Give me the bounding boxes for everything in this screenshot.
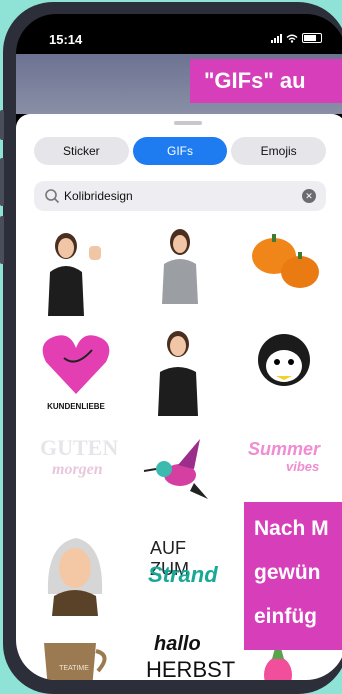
gif-guten-morgen[interactable]: GUTEN morgen	[34, 429, 118, 521]
overlay-line-3: einfüg	[254, 605, 317, 628]
overlay-line-2: gewün	[254, 561, 321, 584]
sheet-grabber[interactable]	[174, 121, 202, 125]
gif-woman-waving[interactable]	[34, 224, 118, 316]
gif-pumpkins[interactable]	[242, 224, 326, 316]
gif-hummingbird[interactable]	[138, 429, 222, 521]
guten-label: GUTEN	[40, 435, 119, 460]
clear-search-icon[interactable]: ✕	[302, 189, 316, 203]
kundenliebe-label: KUNDENLIEBE	[47, 402, 105, 411]
gif-hallo-herbst[interactable]: hallo HERBST	[138, 629, 235, 680]
teatime-label: TEATIME	[59, 665, 89, 672]
volume-up-button	[0, 158, 4, 206]
tab-gifs[interactable]: GIFs	[132, 137, 228, 165]
battery-icon	[302, 33, 322, 43]
gif-kundenliebe[interactable]: KUNDENLIEBE	[34, 324, 118, 416]
herbst-label: HERBST	[146, 657, 236, 680]
search-field[interactable]: Kolibridesign ✕	[34, 181, 326, 211]
volume-down-button	[0, 216, 4, 264]
hallo-label: hallo	[154, 633, 201, 655]
overlay-line-1: Nach M	[254, 517, 329, 540]
side-button	[0, 110, 4, 140]
signal-icon	[271, 33, 282, 43]
search-icon	[45, 189, 60, 204]
gif-monkey[interactable]	[242, 324, 326, 416]
gif-teatime[interactable]: TEATIME	[34, 629, 118, 680]
strand-label: Strand	[148, 562, 218, 587]
status-icons	[271, 33, 322, 43]
status-time: 15:14	[49, 32, 83, 47]
tab-emojis[interactable]: Emojis	[231, 137, 327, 165]
vibes-label: vibes	[286, 459, 320, 474]
phone-screen: 15:14 Sticker GIFs Emojis Kolibridesign …	[16, 14, 342, 680]
gif-woman-illustration[interactable]	[34, 524, 118, 616]
category-tabs: Sticker GIFs Emojis	[34, 137, 327, 165]
morgen-label: morgen	[52, 461, 103, 478]
tab-sticker[interactable]: Sticker	[34, 137, 129, 165]
wifi-icon	[286, 34, 298, 43]
gif-auf-zum-strand[interactable]: AUF ZUM Strand	[138, 524, 222, 616]
overlay-banner-top: "GIFs" au	[190, 59, 342, 103]
summer-label: Summer	[248, 439, 321, 459]
gif-woman-standing[interactable]	[138, 224, 222, 316]
overlay-banner-bottom: Nach M gewün einfüg	[244, 502, 342, 650]
search-input[interactable]: Kolibridesign	[64, 189, 302, 203]
gif-woman-facepalm[interactable]	[138, 324, 222, 416]
